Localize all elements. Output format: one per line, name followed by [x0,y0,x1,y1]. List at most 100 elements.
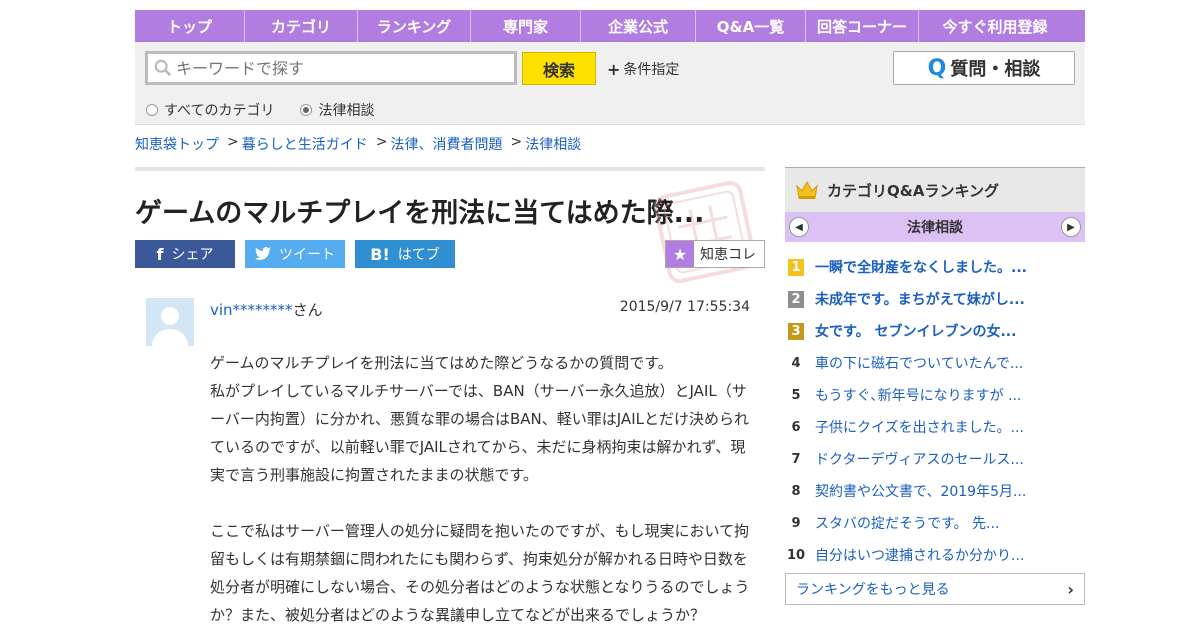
ranking-item-link[interactable]: 契約書や公文書で、2019年5月... [815,481,1026,501]
star-icon: ★ [666,241,694,267]
breadcrumb-item[interactable]: 法律、消費者問題 [390,134,502,154]
hatena-label: はてブ [397,247,440,263]
ranking-item[interactable]: 6 子供にクイズを出されました。... [785,411,1085,443]
post-date: 2015/9/7 17:55:34 [619,299,750,315]
question-body: ゲームのマルチプレイを刑法に当てはめた際どうなるかの質問です。 私がプレイしてい… [210,349,755,630]
scope-current-label: 法律相談 [318,103,375,119]
facebook-icon: f [156,244,164,264]
ranking-item[interactable]: 2 未成年です。まちがえて妹がし... [785,283,1085,315]
divider [135,167,765,171]
user-suffix: さん [292,301,323,319]
breadcrumb-item[interactable]: 法律相談 [525,134,581,154]
search-box[interactable] [145,51,517,85]
conditions-label: 条件指定 [623,62,680,78]
avatar [146,298,194,346]
ranking-more-label: ランキングをもっと見る [796,582,950,598]
facebook-share-button[interactable]: f シェア [135,240,235,268]
rank-number: 6 [791,419,801,435]
radio-icon [146,104,158,116]
ranking-item-link[interactable]: 自分はいつ逮捕されるか分かり... [815,545,1024,565]
ranking-item[interactable]: 9 スタバの掟だそうです。 先... [785,507,1085,539]
search-button[interactable]: 検索 [522,52,596,85]
user-id-link[interactable]: vin******** [210,301,293,319]
ranking-item[interactable]: 1 一瞬で全財産をなくしました。... [785,251,1085,283]
twitter-share-button[interactable]: ツイート [245,240,345,268]
breadcrumb-item[interactable]: 知恵袋トップ [135,134,219,154]
ask-question-button[interactable]: Q 質問・相談 [893,51,1075,85]
ranking-item-link[interactable]: ドクターデヴィアスのセールス... [815,449,1024,469]
radio-selected-icon [300,104,313,116]
ranking-sidebar: カテゴリQ&Aランキング ◀ 法律相談 ▶ 1 一瞬で全財産をなくしました。...… [785,167,1085,605]
global-nav: トップ カテゴリ ランキング 専門家 企業公式 Q&A一覧 回答コーナー 今すぐ利用登録 [135,10,1085,42]
ranking-item-link[interactable]: 未成年です。まちがえて妹がし... [815,289,1025,309]
ranking-category-bar: ◀ 法律相談 ▶ [785,212,1085,242]
chiekore-button[interactable]: ★ 知恵コレ [665,240,765,268]
question-paragraph: ゲームのマルチプレイを刑法に当てはめた際どうなるかの質問です。 私がプレイしてい… [210,354,749,484]
ranking-item-link[interactable]: もうすぐ､新年号になりますが ... [815,385,1021,405]
scope-current-radio[interactable]: 法律相談 [300,100,374,120]
chiekore-label: 知恵コレ [700,247,756,263]
search-scope: すべてのカテゴリ 法律相談 [146,100,400,120]
q-logo-icon: Q [927,55,947,81]
ranking-category: 法律相談 [907,220,963,236]
ranking-title: カテゴリQ&Aランキング [827,181,999,200]
ranking-item-link[interactable]: スタバの掟だそうです。 先... [815,513,999,533]
rank-number: 10 [786,547,806,563]
nav-item[interactable]: カテゴリ [245,10,358,42]
crown-icon [796,180,818,199]
prev-category-button[interactable]: ◀ [789,217,809,237]
next-category-button[interactable]: ▶ [1061,217,1081,237]
scope-all-label: すべてのカテゴリ [164,103,275,119]
ranking-list: 1 一瞬で全財産をなくしました。... 2 未成年です。まちがえて妹がし... 3 女です… [785,251,1085,571]
nav-item[interactable]: Q&A一覧 [696,10,806,42]
nav-item[interactable]: 回答コーナー [806,10,919,42]
ranking-item-link[interactable]: 女です。 セブンイレブンの女... [815,321,1016,341]
nav-item[interactable]: 専門家 [471,10,581,42]
user-avatar-icon [146,298,194,346]
questioner: vin********さん [210,299,323,320]
facebook-share-label: シェア [171,247,214,263]
rank-number: 8 [791,483,801,499]
page: トップカテゴリランキング専門家企業公式Q&A一覧回答コーナー今すぐ利用登録 検索… [135,10,1085,624]
conditions-link[interactable]: + 条件指定 [607,59,679,79]
rank-number: 3 [788,322,804,340]
nav-item[interactable]: 企業公式 [581,10,696,42]
twitter-share-label: ツイート [279,247,335,263]
ranking-more-link[interactable]: ランキングをもっと見る › [785,573,1085,605]
nav-item[interactable]: トップ [135,10,245,42]
ranking-item[interactable]: 5 もうすぐ､新年号になりますが ... [785,379,1085,411]
ranking-item[interactable]: 8 契約書や公文書で、2019年5月... [785,475,1085,507]
question-main: ゲームのマルチプレイを刑法に当てはめた際... f シェア ツイート B! はて… [135,167,765,624]
breadcrumb-item[interactable]: 暮らしと生活ガイド [242,134,368,154]
hatena-bookmark-button[interactable]: B! はてブ [355,240,455,268]
ranking-item-link[interactable]: 子供にクイズを出されました。... [815,417,1024,437]
search-input[interactable] [176,58,496,78]
scope-all-radio[interactable]: すべてのカテゴリ [146,100,274,120]
ranking-item[interactable]: 3 女です。 セブンイレブンの女... [785,315,1085,347]
breadcrumb-separator: > [227,134,239,150]
twitter-icon [255,247,271,260]
chevron-right-icon: › [1067,579,1074,599]
breadcrumb-separator: > [510,134,523,150]
breadcrumb-separator: > [375,134,388,150]
ranking-item-link[interactable]: 車の下に磁石でついていたんで... [815,353,1023,373]
plus-icon: + [607,59,621,79]
stamp-watermark-icon [653,180,757,284]
rank-number: 9 [791,515,801,531]
nav-item[interactable]: 今すぐ利用登録 [919,10,1071,42]
rank-number: 4 [791,355,801,371]
search-area: 検索 + 条件指定 Q 質問・相談 すべてのカテゴリ 法律相談 [135,42,1085,125]
ranking-item[interactable]: 4 車の下に磁石でついていたんで... [785,347,1085,379]
ranking-header: カテゴリQ&Aランキング [785,167,1085,212]
share-buttons: f シェア ツイート B! はてブ [135,240,465,268]
nav-item[interactable]: ランキング [358,10,471,42]
ranking-item[interactable]: 7 ドクターデヴィアスのセールス... [785,443,1085,475]
ranking-item[interactable]: 10 自分はいつ逮捕されるか分かり... [785,539,1085,571]
hatena-icon: B! [370,244,390,264]
rank-number: 2 [788,290,804,308]
search-icon [154,59,172,77]
rank-number: 1 [788,258,804,276]
question-paragraph: ここで私はサーバー管理人の処分に疑問を抱いたのですが、もし現実において拘留もしく… [210,522,750,624]
ranking-item-link[interactable]: 一瞬で全財産をなくしました。... [815,257,1027,277]
rank-number: 5 [791,387,801,403]
